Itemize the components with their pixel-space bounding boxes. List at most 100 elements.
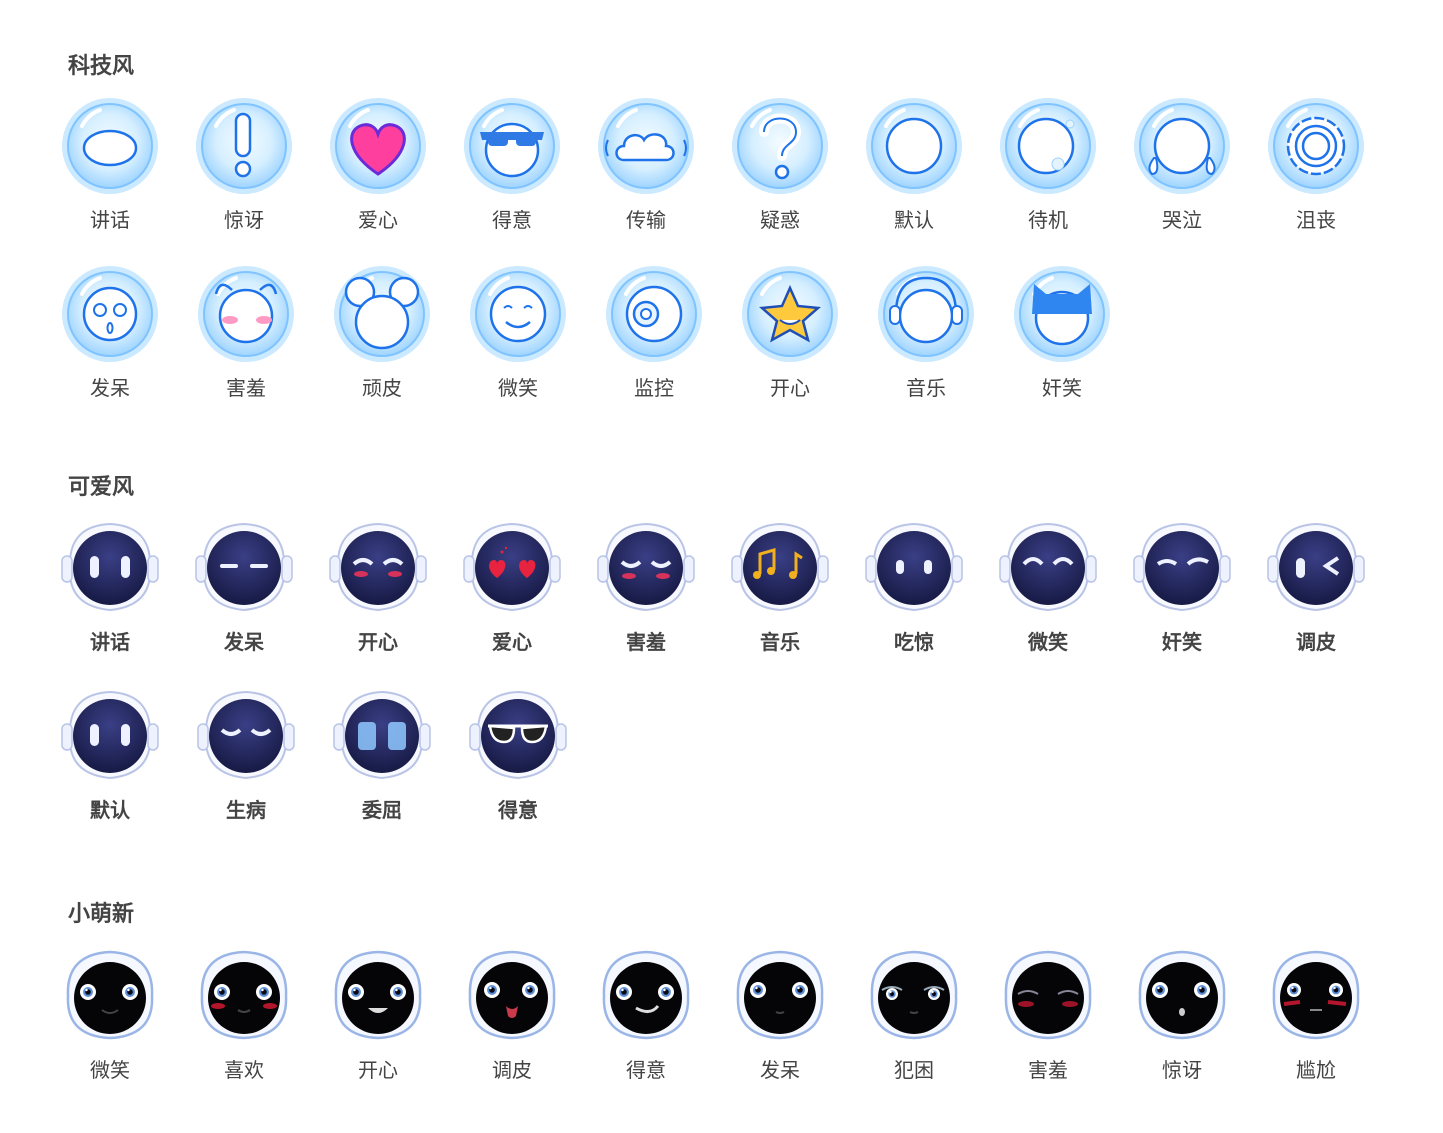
emoji-item[interactable]: 开心 [328, 946, 462, 1114]
emoji-label: 疑惑 [760, 208, 800, 232]
emoji-label: 微笑 [90, 1058, 130, 1082]
emoji-item[interactable]: 得意 [462, 96, 596, 264]
shy-face-icon [196, 264, 296, 364]
emoji-item[interactable]: 开心 [740, 264, 876, 432]
emoji-grid-tech: 讲话 惊讶 爱心 得意 传输 疑惑 默认 待机 哭泣 沮丧 发呆 害羞 顽皮 微… [60, 96, 1400, 432]
emoji-label: 哭泣 [1162, 208, 1202, 232]
smile-icon [468, 264, 568, 364]
emoji-item[interactable]: 疑惑 [730, 96, 864, 264]
emoji-label: 微笑 [1028, 630, 1068, 654]
emoji-item[interactable]: 音乐 [876, 264, 1012, 432]
emoji-item[interactable]: 喜欢 [194, 946, 328, 1114]
emoji-label: 顽皮 [362, 376, 402, 400]
emoji-item[interactable]: 惊讶 [194, 96, 328, 264]
emoji-label: 开心 [358, 630, 398, 654]
emoji-item[interactable]: 委屈 [332, 686, 468, 854]
baby-like-icon [194, 946, 294, 1046]
oval-mouth-icon [60, 96, 160, 196]
emoji-grid-baby: 微笑 喜欢 开心 调皮 得意 发呆 犯困 害羞 惊讶 尴尬 [60, 946, 1400, 1114]
emoji-label: 默认 [894, 208, 934, 232]
emoji-item[interactable]: 发呆 [730, 946, 864, 1114]
emoji-item[interactable]: 犯困 [864, 946, 998, 1114]
question-icon [730, 96, 830, 196]
dazed-face-icon [60, 264, 160, 364]
emoji-label: 沮丧 [1296, 208, 1336, 232]
emoji-item[interactable]: 默认 [864, 96, 998, 264]
emoji-item[interactable]: 微笑 [468, 264, 604, 432]
emoji-item[interactable]: 待机 [998, 96, 1132, 264]
emoji-label: 开心 [358, 1058, 398, 1082]
section-title-cute: 可爱风 [68, 475, 135, 500]
emoji-item[interactable]: 吃惊 [864, 518, 998, 686]
emoji-item[interactable]: 发呆 [60, 264, 196, 432]
heart-icon [328, 96, 428, 196]
emoji-item[interactable]: 监控 [604, 264, 740, 432]
bubble-icon [998, 96, 1098, 196]
emoji-label: 犯困 [894, 1058, 934, 1082]
emoji-label: 害羞 [626, 630, 666, 654]
emoji-label: 得意 [492, 208, 532, 232]
emoji-item[interactable]: 默认 [60, 686, 196, 854]
emoji-label: 爱心 [492, 630, 532, 654]
emoji-label: 调皮 [1296, 630, 1336, 654]
emoji-item[interactable]: 顽皮 [332, 264, 468, 432]
sick-eyes-icon [196, 686, 296, 786]
wink-eyes-icon [1266, 518, 1366, 618]
baby-surprised-icon [1132, 946, 1232, 1046]
emoji-item[interactable]: 生病 [196, 686, 332, 854]
emoji-item[interactable]: 调皮 [462, 946, 596, 1114]
emoji-label: 讲话 [90, 630, 130, 654]
emoji-label: 得意 [498, 798, 538, 822]
emoji-item[interactable]: 微笑 [998, 518, 1132, 686]
emoji-item[interactable]: 奸笑 [1132, 518, 1266, 686]
emoji-item[interactable]: 讲话 [60, 518, 194, 686]
exclamation-icon [194, 96, 294, 196]
emoji-label: 惊讶 [224, 208, 264, 232]
smile-eyes-icon [998, 518, 1098, 618]
shy-eyes-icon [596, 518, 696, 618]
emoji-item[interactable]: 得意 [596, 946, 730, 1114]
emoji-item[interactable]: 爱心 [328, 96, 462, 264]
mouse-ears-icon [332, 264, 432, 364]
section-title-baby: 小萌新 [68, 902, 135, 927]
emoji-item[interactable]: 音乐 [730, 518, 864, 686]
gear-icon [1266, 96, 1366, 196]
emoji-label: 委屈 [362, 798, 402, 822]
camera-lens-icon [604, 264, 704, 364]
emoji-item[interactable]: 微笑 [60, 946, 194, 1114]
emoji-row: 发呆 害羞 顽皮 微笑 监控 开心 音乐 奸笑 [60, 264, 1400, 432]
emoji-item[interactable]: 调皮 [1266, 518, 1400, 686]
emoji-item[interactable]: 讲话 [60, 96, 194, 264]
emoji-label: 默认 [90, 798, 130, 822]
emoji-item[interactable]: 传输 [596, 96, 730, 264]
emoji-label: 微笑 [498, 376, 538, 400]
baby-tongue-icon [462, 946, 562, 1046]
cloud-icon [596, 96, 696, 196]
star-icon [740, 264, 840, 364]
emoji-row: 默认 生病 委屈 得意 [60, 686, 1400, 854]
emoji-item[interactable]: 尴尬 [1266, 946, 1400, 1114]
baby-happy-icon [328, 946, 428, 1046]
emoji-label: 发呆 [224, 630, 264, 654]
emoji-label: 害羞 [226, 376, 266, 400]
smirk-eyes-icon [1132, 518, 1232, 618]
baby-smile-icon [60, 946, 160, 1046]
emoji-grid-cute: 讲话 发呆 开心 爱心 害羞 音乐 吃惊 微笑 奸笑 调皮 默认 生病 委屈 得… [60, 518, 1400, 854]
emoji-label: 爱心 [358, 208, 398, 232]
emoji-label: 喜欢 [224, 1058, 264, 1082]
emoji-item[interactable]: 爱心 [462, 518, 596, 686]
emoji-item[interactable]: 害羞 [998, 946, 1132, 1114]
emoji-item[interactable]: 害羞 [196, 264, 332, 432]
emoji-row: 讲话 惊讶 爱心 得意 传输 疑惑 默认 待机 哭泣 沮丧 [60, 96, 1400, 264]
emoji-item[interactable]: 奸笑 [1012, 264, 1148, 432]
section-title-tech: 科技风 [68, 54, 135, 79]
emoji-item[interactable]: 得意 [468, 686, 604, 854]
emoji-item[interactable]: 沮丧 [1266, 96, 1400, 264]
emoji-item[interactable]: 开心 [328, 518, 462, 686]
emoji-item[interactable]: 发呆 [194, 518, 328, 686]
emoji-item[interactable]: 惊讶 [1132, 946, 1266, 1114]
emoji-item[interactable]: 哭泣 [1132, 96, 1266, 264]
emoji-label: 开心 [770, 376, 810, 400]
emoji-item[interactable]: 害羞 [596, 518, 730, 686]
heart-eyes-icon [462, 518, 562, 618]
